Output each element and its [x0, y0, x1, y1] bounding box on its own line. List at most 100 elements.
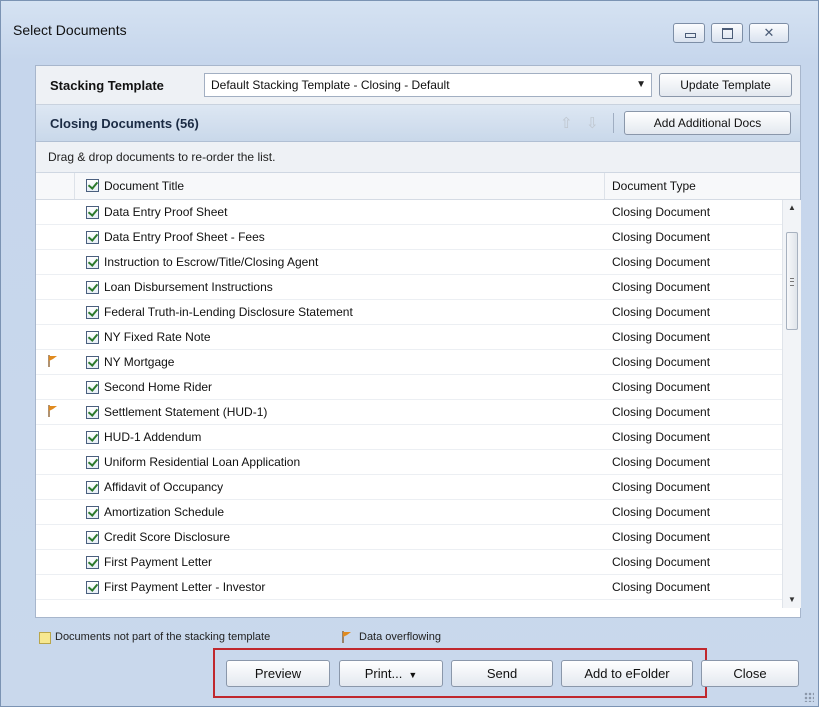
- document-type: Closing Document: [612, 505, 711, 519]
- document-title: Settlement Statement (HUD-1): [104, 405, 268, 419]
- vertical-scrollbar[interactable]: ▲ ▼: [782, 200, 801, 608]
- column-divider: [74, 173, 75, 199]
- table-row[interactable]: Settlement Statement (HUD-1) Closing Docu…: [36, 400, 782, 425]
- row-checkbox[interactable]: [86, 256, 99, 269]
- row-checkbox[interactable]: [86, 206, 99, 219]
- document-type: Closing Document: [612, 230, 711, 244]
- table-row[interactable]: First Payment Letter Closing Document: [36, 550, 782, 575]
- column-divider: [604, 173, 605, 199]
- document-type: Closing Document: [612, 305, 711, 319]
- row-checkbox[interactable]: [86, 481, 99, 494]
- document-title: Second Home Rider: [104, 380, 213, 394]
- stacking-template-row: Stacking Template Default Stacking Templ…: [36, 66, 800, 105]
- table-row[interactable]: Amortization Schedule Closing Document: [36, 500, 782, 525]
- row-checkbox[interactable]: [86, 356, 99, 369]
- flag-icon: [342, 631, 351, 643]
- dialog-title: Select Documents: [13, 22, 127, 38]
- title-bar: Select Documents ✕: [1, 1, 818, 43]
- close-window-button[interactable]: ✕: [749, 23, 789, 43]
- document-type: Closing Document: [612, 430, 711, 444]
- document-title: Credit Score Disclosure: [104, 530, 231, 544]
- document-type: Closing Document: [612, 580, 711, 594]
- document-type: Closing Document: [612, 330, 711, 344]
- not-in-template-swatch: [39, 632, 51, 644]
- move-down-icon[interactable]: ⇩: [586, 114, 599, 132]
- row-checkbox[interactable]: [86, 456, 99, 469]
- send-button[interactable]: Send: [451, 660, 553, 687]
- documents-panel: Stacking Template Default Stacking Templ…: [35, 65, 801, 618]
- table-row[interactable]: Data Entry Proof Sheet Closing Document: [36, 200, 782, 225]
- table-row[interactable]: Data Entry Proof Sheet - Fees Closing Doc…: [36, 225, 782, 250]
- row-checkbox[interactable]: [86, 406, 99, 419]
- table-row[interactable]: NY Fixed Rate Note Closing Document: [36, 325, 782, 350]
- document-title: NY Mortgage: [104, 355, 175, 369]
- table-row[interactable]: Federal Truth-in-Lending Disclosure Stat…: [36, 300, 782, 325]
- resize-grip[interactable]: [804, 692, 814, 702]
- table-row[interactable]: Credit Score Disclosure Closing Document: [36, 525, 782, 550]
- document-type: Closing Document: [612, 555, 711, 569]
- documents-list: Data Entry Proof Sheet Closing Document Da…: [36, 200, 782, 608]
- column-header-type[interactable]: Document Type: [612, 179, 696, 193]
- legend-data-overflowing: Data overflowing: [359, 631, 441, 643]
- document-type: Closing Document: [612, 355, 711, 369]
- table-row[interactable]: NY Mortgage Closing Document: [36, 350, 782, 375]
- row-checkbox[interactable]: [86, 231, 99, 244]
- add-to-efolder-button[interactable]: Add to eFolder: [561, 660, 693, 687]
- toolbar-divider: [613, 113, 614, 133]
- row-checkbox[interactable]: [86, 581, 99, 594]
- chevron-down-icon: ▼: [408, 670, 418, 680]
- document-type: Closing Document: [612, 380, 711, 394]
- close-button[interactable]: Close: [701, 660, 799, 687]
- table-row[interactable]: Uniform Residential Loan Application Clos…: [36, 450, 782, 475]
- table-row[interactable]: HUD-1 Addendum Closing Document: [36, 425, 782, 450]
- document-title: Data Entry Proof Sheet: [104, 205, 228, 219]
- maximize-button[interactable]: [711, 23, 743, 43]
- document-title: HUD-1 Addendum: [104, 430, 202, 444]
- minimize-button[interactable]: [673, 23, 705, 43]
- close-icon: ✕: [763, 25, 775, 40]
- flag-icon: [48, 405, 57, 417]
- print-button[interactable]: Print... ▼: [339, 660, 443, 687]
- reorder-hint: Drag & drop documents to re-order the li…: [48, 150, 276, 164]
- closing-documents-title: Closing Documents (56): [50, 116, 199, 131]
- scroll-thumb[interactable]: [786, 232, 798, 330]
- select-all-checkbox[interactable]: [86, 179, 99, 192]
- move-up-icon[interactable]: ⇧: [560, 114, 573, 132]
- row-checkbox[interactable]: [86, 281, 99, 294]
- document-type: Closing Document: [612, 405, 711, 419]
- column-header-title[interactable]: Document Title: [104, 179, 184, 193]
- row-checkbox[interactable]: [86, 306, 99, 319]
- document-title: First Payment Letter - Investor: [104, 580, 266, 594]
- scroll-down-arrow-icon[interactable]: ▼: [783, 592, 801, 608]
- stacking-template-select[interactable]: Default Stacking Template - Closing - De…: [204, 73, 652, 97]
- closing-documents-header: Closing Documents (56) ⇧ ⇩ Add Additiona…: [36, 105, 800, 142]
- print-button-label: Print...: [364, 666, 403, 681]
- reorder-hint-row: Drag & drop documents to re-order the li…: [36, 142, 800, 173]
- document-title: First Payment Letter: [104, 555, 213, 569]
- add-additional-docs-button[interactable]: Add Additional Docs: [624, 111, 791, 135]
- row-checkbox[interactable]: [86, 431, 99, 444]
- document-title: Federal Truth-in-Lending Disclosure Stat…: [104, 305, 353, 319]
- row-checkbox[interactable]: [86, 556, 99, 569]
- document-title: Amortization Schedule: [104, 505, 225, 519]
- table-row[interactable]: Second Home Rider Closing Document: [36, 375, 782, 400]
- stacking-template-label: Stacking Template: [50, 78, 164, 93]
- preview-button[interactable]: Preview: [226, 660, 330, 687]
- row-checkbox[interactable]: [86, 531, 99, 544]
- document-type: Closing Document: [612, 280, 711, 294]
- table-row[interactable]: Instruction to Escrow/Title/Closing Agen…: [36, 250, 782, 275]
- document-type: Closing Document: [612, 205, 711, 219]
- row-checkbox[interactable]: [86, 506, 99, 519]
- select-documents-dialog: Select Documents ✕ Stacking Template Def…: [0, 0, 819, 707]
- update-template-button[interactable]: Update Template: [659, 73, 792, 97]
- table-row[interactable]: Loan Disbursement Instructions Closing Do…: [36, 275, 782, 300]
- table-row[interactable]: First Payment Letter - Investor Closing D…: [36, 575, 782, 600]
- document-type: Closing Document: [612, 255, 711, 269]
- row-checkbox[interactable]: [86, 331, 99, 344]
- table-row[interactable]: Affidavit of Occupancy Closing Document: [36, 475, 782, 500]
- scroll-up-arrow-icon[interactable]: ▲: [783, 200, 801, 216]
- row-checkbox[interactable]: [86, 381, 99, 394]
- document-title: Affidavit of Occupancy: [104, 480, 224, 494]
- document-type: Closing Document: [612, 480, 711, 494]
- document-title: Data Entry Proof Sheet - Fees: [104, 230, 265, 244]
